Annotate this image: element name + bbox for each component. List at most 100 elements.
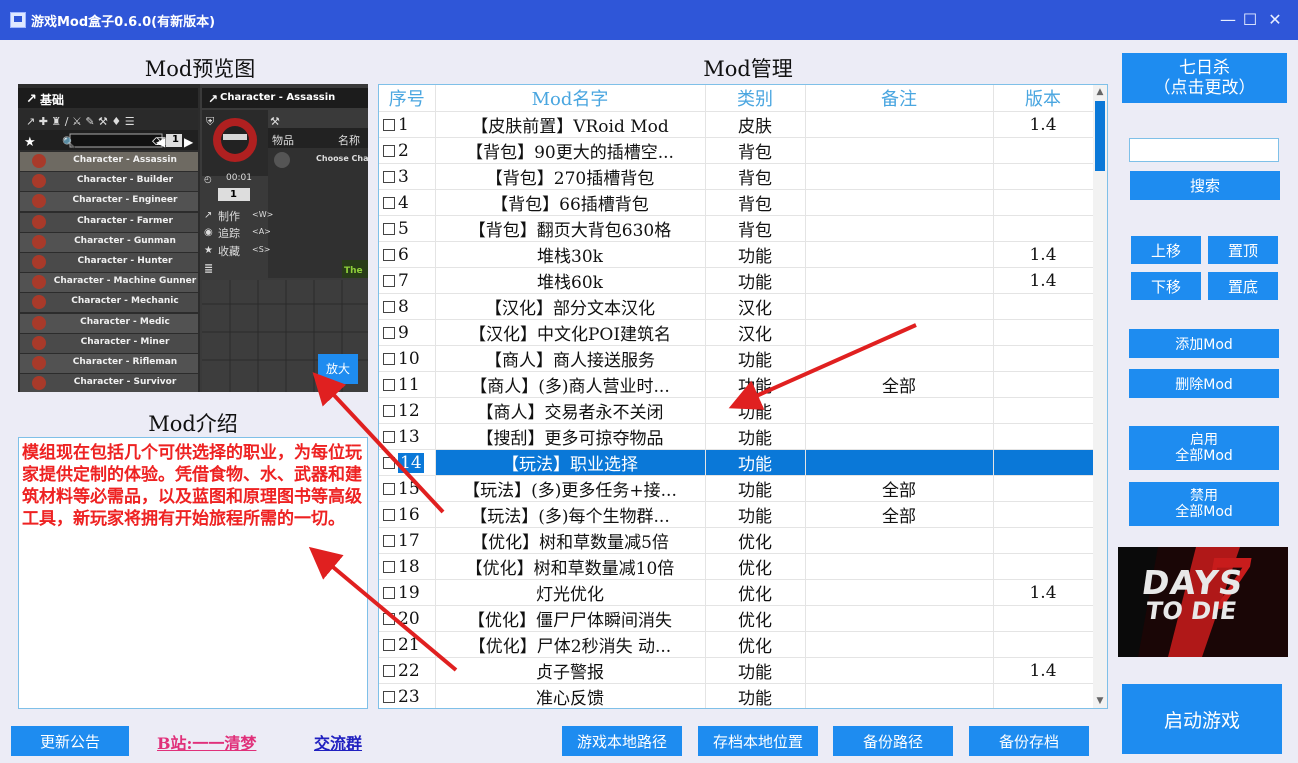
row-mod-name[interactable]: 【商人】交易者永不关闭 [435,397,706,424]
bilibili-link[interactable]: B站:一一清梦 [157,730,256,754]
table-row[interactable]: 3 【背包】270插槽背包 背包 [379,163,1094,190]
row-type[interactable]: 功能 [705,267,806,294]
row-checkbox[interactable] [383,560,395,573]
row-note[interactable] [805,267,994,294]
row-type[interactable]: 优化 [705,579,806,606]
row-note[interactable] [805,631,994,658]
row-type[interactable]: 汉化 [705,319,806,346]
row-version[interactable] [993,475,1094,502]
row-type[interactable]: 汉化 [705,293,806,320]
row-type[interactable]: 功能 [705,423,806,450]
row-checkbox[interactable] [383,378,395,391]
row-mod-name[interactable]: 【汉化】中文化POI建筑名 [435,319,706,346]
row-mod-name[interactable]: 【皮肤前置】VRoid Mod [435,111,706,138]
group-link[interactable]: 交流群 [314,730,362,754]
row-mod-name[interactable]: 堆栈30k [435,241,706,268]
backup-save-button[interactable]: 备份存档 [969,726,1089,756]
row-note[interactable] [805,241,994,268]
row-type[interactable]: 功能 [705,501,806,528]
row-type[interactable]: 背包 [705,137,806,164]
row-mod-name[interactable]: 【优化】树和草数量减5倍 [435,527,706,554]
row-checkbox[interactable] [383,144,395,157]
close-button[interactable]: ✕ [1263,8,1287,32]
row-mod-name[interactable]: 【玩法】(多)更多任务+接... [435,475,706,502]
table-row[interactable]: 6 堆栈30k 功能 1.4 [379,241,1094,268]
row-note[interactable] [805,605,994,632]
table-row[interactable]: 2 【背包】90更大的插槽空... 背包 [379,137,1094,164]
row-checkbox[interactable] [383,196,395,209]
row-checkbox[interactable] [383,534,395,547]
update-notes-button[interactable]: 更新公告 [11,726,129,756]
row-mod-name[interactable]: 贞子警报 [435,657,706,684]
row-checkbox[interactable] [383,326,395,339]
table-row[interactable]: 23 准心反馈 功能 [379,683,1094,708]
row-mod-name[interactable]: 【背包】90更大的插槽空... [435,137,706,164]
row-checkbox[interactable] [383,612,395,625]
col-header-note[interactable]: 备注 [805,85,994,112]
row-note[interactable] [805,215,994,242]
row-note[interactable] [805,527,994,554]
row-version[interactable] [993,631,1094,658]
row-mod-name[interactable]: 【背包】翻页大背包630格 [435,215,706,242]
search-button[interactable]: 搜索 [1130,171,1280,200]
row-note[interactable] [805,579,994,606]
row-type[interactable]: 优化 [705,527,806,554]
table-row[interactable]: 12 【商人】交易者永不关闭 功能 [379,397,1094,424]
table-row[interactable]: 11 【商人】(多)商人营业时... 功能 全部 [379,371,1094,398]
col-header-name[interactable]: Mod名字 [435,85,706,112]
row-note[interactable] [805,683,994,708]
move-down-button[interactable]: 下移 [1131,272,1201,300]
row-mod-name[interactable]: 【汉化】部分文本汉化 [435,293,706,320]
row-note[interactable] [805,111,994,138]
row-version[interactable] [993,527,1094,554]
row-version[interactable] [993,163,1094,190]
row-mod-name[interactable]: 【商人】(多)商人营业时... [435,371,706,398]
table-row[interactable]: 15 【玩法】(多)更多任务+接... 功能 全部 [379,475,1094,502]
row-mod-name[interactable]: 【背包】270插槽背包 [435,163,706,190]
select-game-button[interactable]: 七日杀 （点击更改） [1122,53,1287,103]
row-version[interactable] [993,293,1094,320]
row-note[interactable]: 全部 [805,371,994,398]
row-mod-name[interactable]: 【商人】商人接送服务 [435,345,706,372]
maximize-button[interactable]: ☐ [1238,8,1262,32]
row-version[interactable] [993,189,1094,216]
row-checkbox[interactable] [383,118,395,131]
save-path-button[interactable]: 存档本地位置 [698,726,818,756]
row-type[interactable]: 功能 [705,449,806,476]
row-mod-name[interactable]: 【玩法】(多)每个生物群... [435,501,706,528]
table-row[interactable]: 16 【玩法】(多)每个生物群... 功能 全部 [379,501,1094,528]
col-header-version[interactable]: 版本 [993,85,1094,112]
grid-scrollbar[interactable]: ▲ ▼ [1093,85,1107,708]
table-row[interactable]: 17 【优化】树和草数量减5倍 优化 [379,527,1094,554]
row-version[interactable]: 1.4 [993,657,1094,684]
row-checkbox[interactable] [383,274,395,287]
table-row[interactable]: 5 【背包】翻页大背包630格 背包 [379,215,1094,242]
row-checkbox[interactable] [383,170,395,183]
row-type[interactable]: 功能 [705,345,806,372]
row-version[interactable] [993,345,1094,372]
row-type[interactable]: 功能 [705,371,806,398]
row-type[interactable]: 功能 [705,683,806,708]
row-version[interactable]: 1.4 [993,267,1094,294]
scroll-up-icon[interactable]: ▲ [1093,85,1107,99]
row-checkbox[interactable] [383,586,395,599]
table-row[interactable]: 21 【优化】尸体2秒消失 动... 优化 [379,631,1094,658]
row-version[interactable] [993,319,1094,346]
row-version[interactable] [993,215,1094,242]
row-checkbox[interactable] [383,664,395,677]
row-note[interactable] [805,345,994,372]
col-header-index[interactable]: 序号 [379,85,436,112]
row-type[interactable]: 优化 [705,605,806,632]
row-mod-name[interactable]: 【优化】尸体2秒消失 动... [435,631,706,658]
row-note[interactable] [805,553,994,580]
table-row[interactable]: 9 【汉化】中文化POI建筑名 汉化 [379,319,1094,346]
table-row[interactable]: 19 灯光优化 优化 1.4 [379,579,1094,606]
table-row[interactable]: 4 【背包】66插槽背包 背包 [379,189,1094,216]
row-mod-name[interactable]: 【玩法】职业选择 [435,449,706,476]
row-version[interactable] [993,397,1094,424]
row-type[interactable]: 功能 [705,397,806,424]
row-type[interactable]: 功能 [705,475,806,502]
remove-mod-button[interactable]: 删除Mod [1129,369,1279,398]
table-row[interactable]: 13 【搜刮】更多可掠夺物品 功能 [379,423,1094,450]
row-type[interactable]: 皮肤 [705,111,806,138]
